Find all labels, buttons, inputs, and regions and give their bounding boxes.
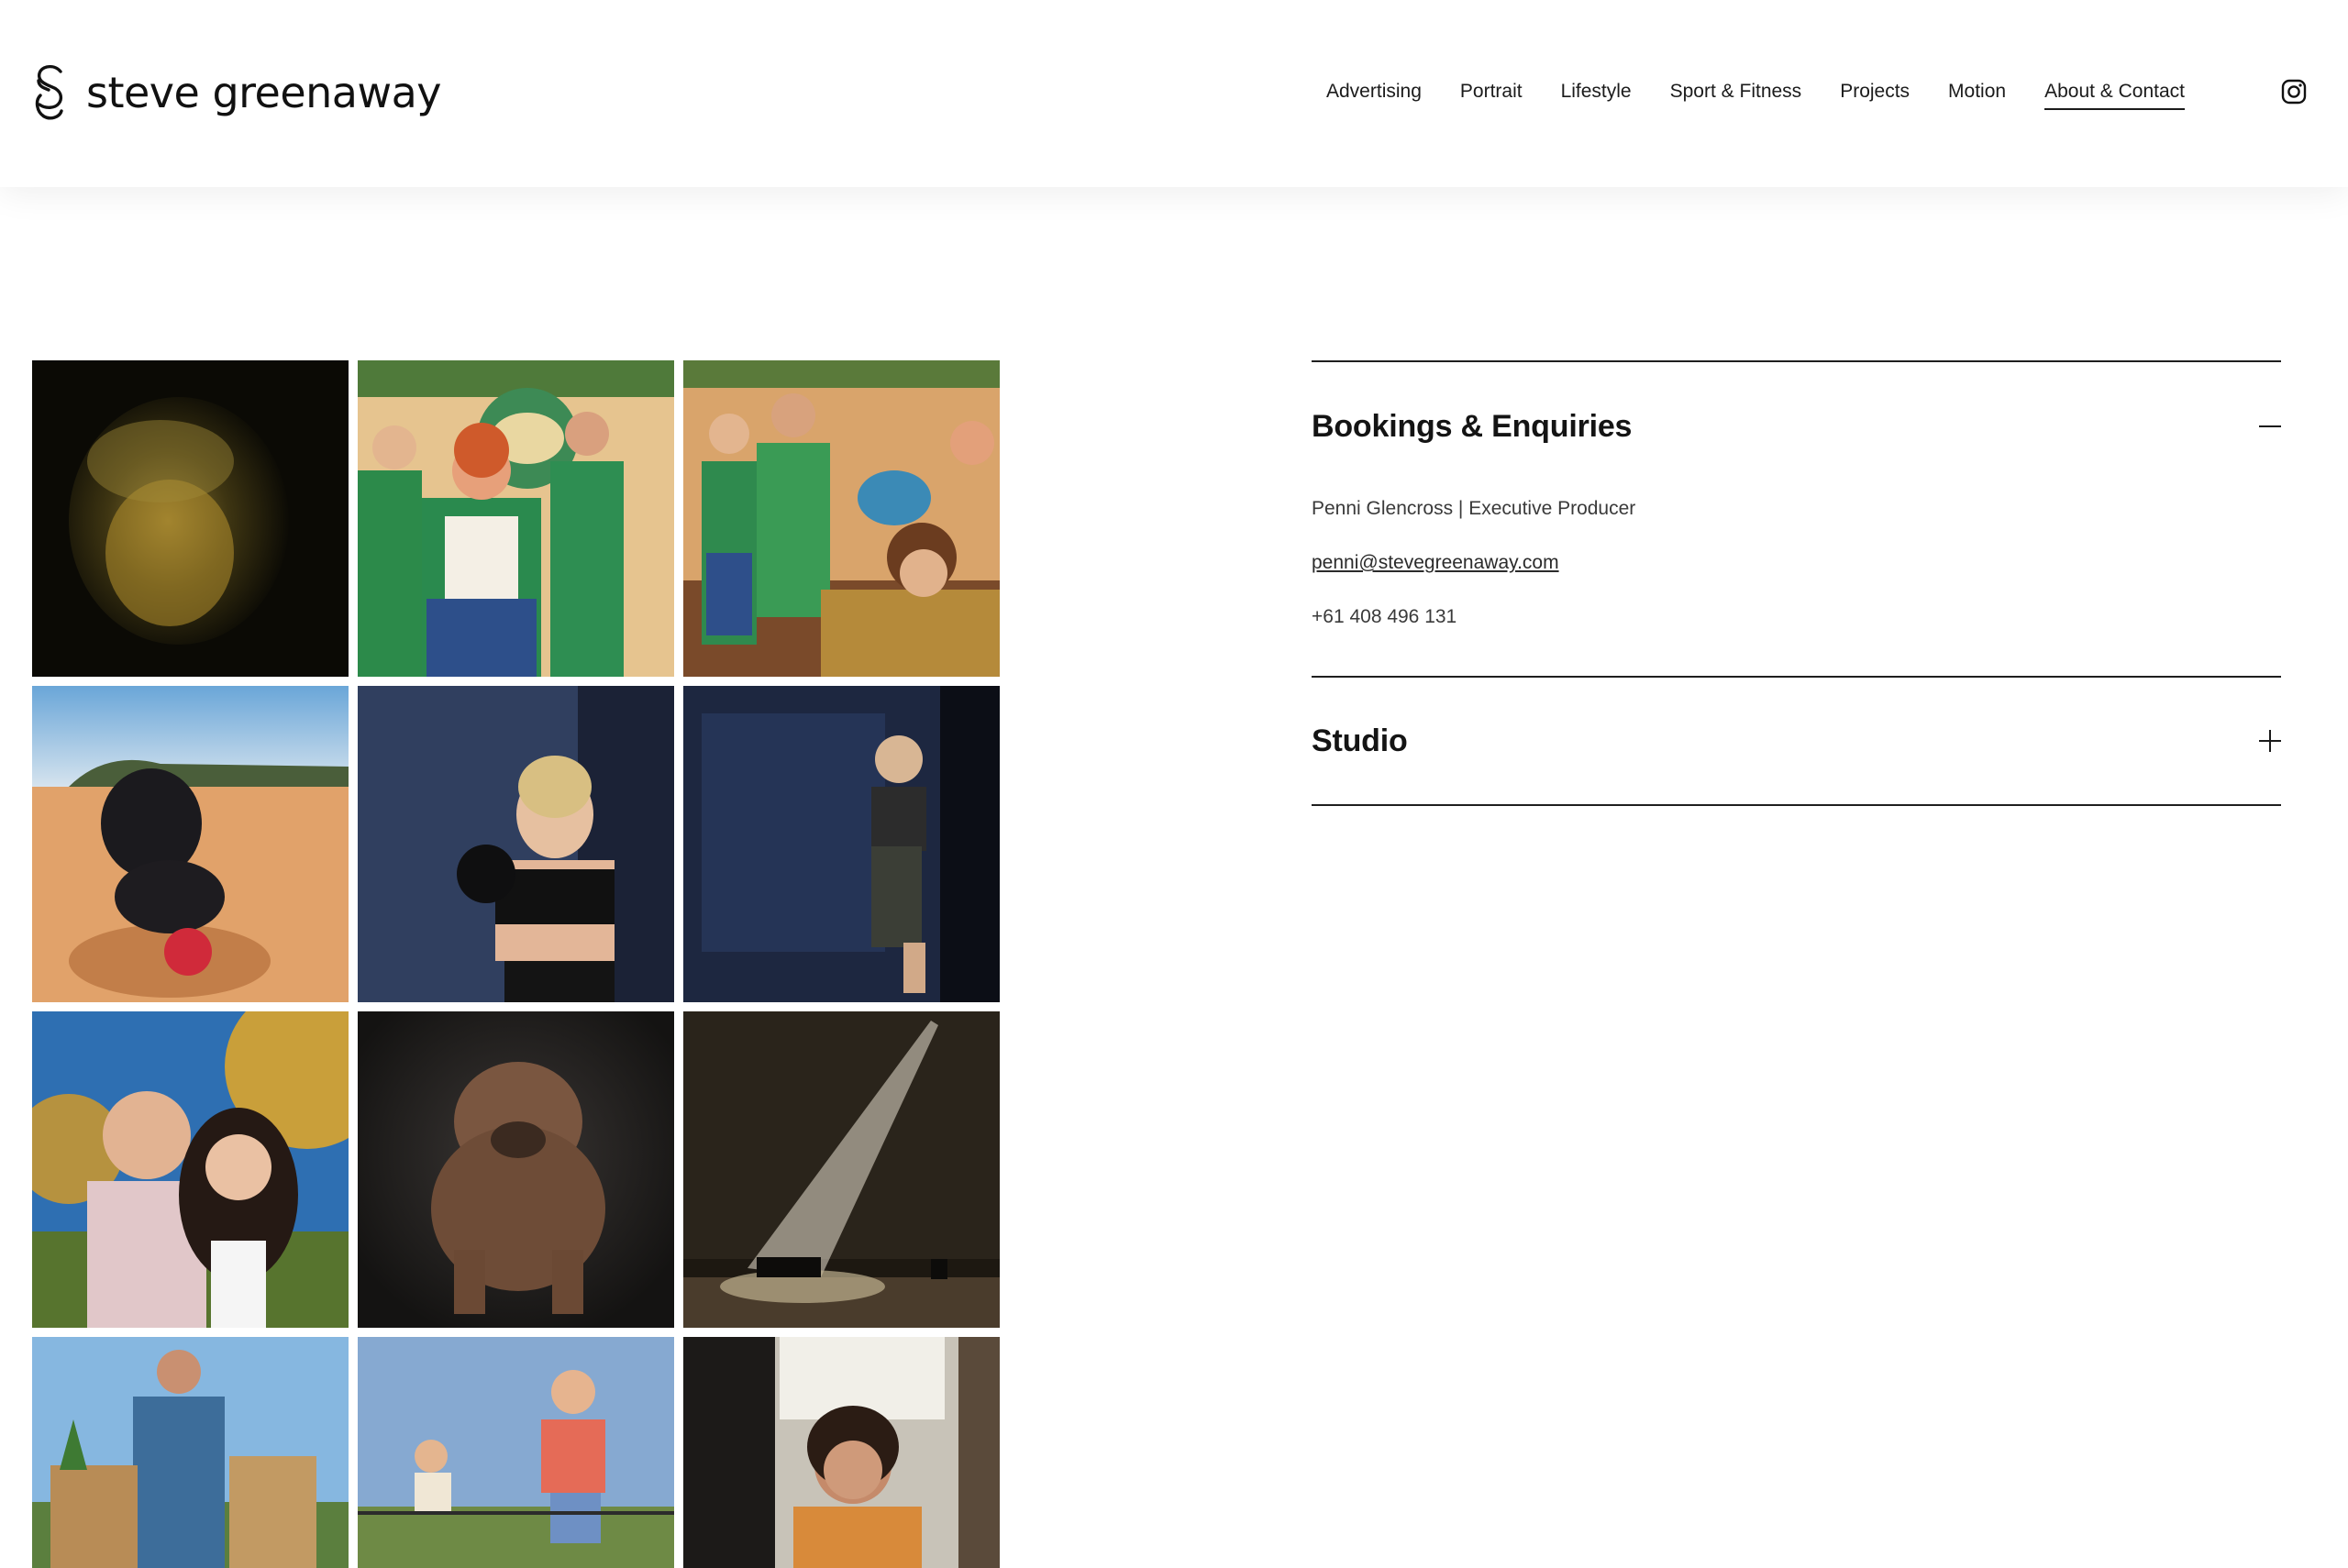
photo-woman-at-fridge[interactable]	[683, 1337, 1000, 1568]
photo-stage-spotlight-piano[interactable]	[683, 1011, 1000, 1328]
photo-gallery	[32, 360, 1001, 1568]
s-monogram-icon	[35, 64, 63, 120]
bookings-accordion-body: Penni Glencross | Executive Producer pen…	[1312, 491, 2281, 676]
photo-group-salon-scene[interactable]	[683, 360, 1000, 677]
photo-trampoline-jumpers[interactable]	[358, 1337, 674, 1568]
nav-portrait[interactable]: Portrait	[1460, 79, 1523, 105]
collapse-minus-icon[interactable]	[2259, 415, 2281, 437]
expand-plus-icon[interactable]	[2259, 730, 2281, 752]
brand-logo[interactable]: steve greenaway	[31, 62, 442, 123]
nav-lifestyle[interactable]: Lifestyle	[1561, 79, 1632, 105]
contact-panel: Bookings & Enquiries Penni Glencross | E…	[1312, 360, 2281, 806]
studio-title: Studio	[1312, 723, 1408, 758]
photo-boxer-woman[interactable]	[358, 686, 674, 1002]
photo-kickboxer-woman[interactable]	[683, 686, 1000, 1002]
bookings-accordion-header[interactable]: Bookings & Enquiries	[1312, 362, 2281, 491]
nav-sport-fitness[interactable]: Sport & Fitness	[1670, 79, 1802, 105]
nav-about-contact[interactable]: About & Contact	[2044, 79, 2185, 110]
photo-dog-on-beach[interactable]	[32, 686, 349, 1002]
site-header: steve greenaway Advertising Portrait Lif…	[0, 0, 2348, 187]
nav-advertising[interactable]: Advertising	[1326, 79, 1422, 105]
bookings-title: Bookings & Enquiries	[1312, 408, 1633, 444]
nav-projects[interactable]: Projects	[1840, 79, 1910, 105]
main-nav: Advertising Portrait Lifestyle Sport & F…	[1326, 79, 2223, 110]
contact-name: Penni Glencross | Executive Producer	[1312, 498, 1636, 519]
divider	[1312, 804, 2281, 806]
instagram-icon[interactable]	[2281, 79, 2307, 105]
studio-accordion-header[interactable]: Studio	[1312, 678, 2281, 804]
photo-baby-portrait[interactable]	[32, 360, 349, 677]
nav-motion[interactable]: Motion	[1948, 79, 2006, 105]
brand-name: steve greenaway	[86, 68, 442, 117]
photo-man-grocery-bags[interactable]	[32, 1337, 349, 1568]
contact-email-link[interactable]: penni@stevegreenaway.com	[1312, 550, 2281, 576]
photo-mastiff-dog[interactable]	[358, 1011, 674, 1328]
contact-phone: +61 408 496 131	[1312, 606, 1457, 627]
photo-group-green-aprons[interactable]	[358, 360, 674, 677]
photo-couple-selfie[interactable]	[32, 1011, 349, 1328]
